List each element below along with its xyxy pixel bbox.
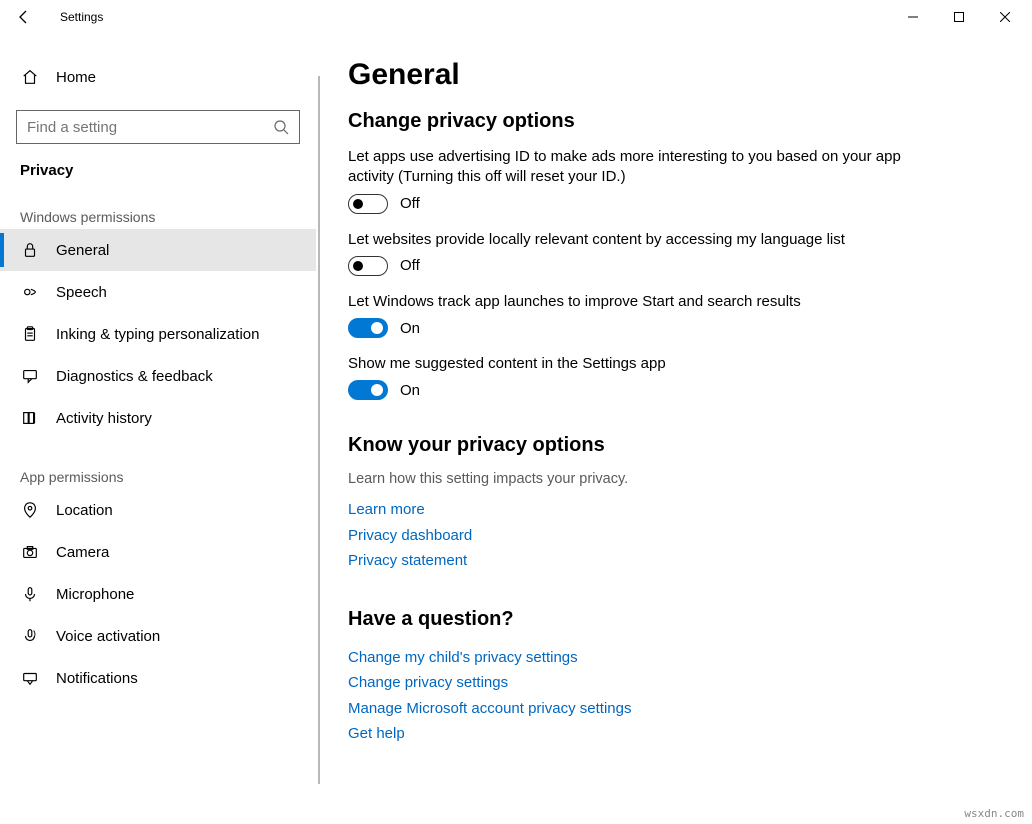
toggle-switch[interactable] <box>348 318 388 338</box>
feedback-icon <box>20 366 40 386</box>
link-privacy-statement[interactable]: Privacy statement <box>348 548 992 574</box>
sidebar-item-inking[interactable]: Inking & typing personalization <box>0 313 316 355</box>
toggle-state: Off <box>400 257 420 274</box>
toggle-language-list[interactable]: Off <box>348 256 992 276</box>
sidebar-item-label: General <box>56 242 109 259</box>
toggle-advertising-id[interactable]: Off <box>348 194 992 214</box>
toggle-desc: Show me suggested content in the Setting… <box>348 354 908 374</box>
watermark: wsxdn.com <box>964 807 1024 820</box>
sidebar-home[interactable]: Home <box>0 56 316 98</box>
close-button[interactable] <box>982 0 1028 34</box>
section-have-question: Have a question? <box>348 608 992 631</box>
sidebar-item-microphone[interactable]: Microphone <box>0 573 316 615</box>
sidebar-item-label: Microphone <box>56 586 134 603</box>
toggle-switch[interactable] <box>348 380 388 400</box>
link-change-privacy[interactable]: Change privacy settings <box>348 670 992 696</box>
toggle-switch[interactable] <box>348 194 388 214</box>
sidebar-item-diagnostics[interactable]: Diagnostics & feedback <box>0 355 316 397</box>
titlebar: Settings <box>0 0 1032 34</box>
sidebar-item-voice-activation[interactable]: Voice activation <box>0 615 316 657</box>
sidebar-item-label: Activity history <box>56 410 152 427</box>
toggle-suggested-content[interactable]: On <box>348 380 992 400</box>
toggle-desc: Let websites provide locally relevant co… <box>348 230 908 250</box>
sidebar-item-speech[interactable]: Speech <box>0 271 316 313</box>
sidebar-category: Privacy <box>0 162 316 179</box>
location-icon <box>20 500 40 520</box>
sidebar-item-camera[interactable]: Camera <box>0 531 316 573</box>
sidebar-home-label: Home <box>56 69 96 86</box>
voice-icon <box>20 626 40 646</box>
toggle-state: On <box>400 320 420 337</box>
toggle-switch[interactable] <box>348 256 388 276</box>
speech-icon <box>20 282 40 302</box>
toggle-state: Off <box>400 195 420 212</box>
sidebar-item-notifications[interactable]: Notifications <box>0 657 316 699</box>
notification-icon <box>20 668 40 688</box>
group-app-permissions: App permissions <box>0 469 316 485</box>
link-child-privacy[interactable]: Change my child's privacy settings <box>348 645 992 671</box>
maximize-button[interactable] <box>936 0 982 34</box>
sidebar-item-general[interactable]: General <box>0 229 316 271</box>
sidebar-item-label: Notifications <box>56 670 138 687</box>
back-button[interactable] <box>10 9 38 25</box>
toggle-state: On <box>400 382 420 399</box>
sidebar-item-label: Speech <box>56 284 107 301</box>
sidebar-item-label: Camera <box>56 544 109 561</box>
sidebar-item-label: Location <box>56 502 113 519</box>
toggle-desc: Let Windows track app launches to improv… <box>348 292 908 312</box>
main-content[interactable]: General Change privacy options Let apps … <box>320 34 1032 824</box>
toggle-track-launches[interactable]: On <box>348 318 992 338</box>
microphone-icon <box>20 584 40 604</box>
search-input[interactable] <box>27 119 273 136</box>
toggle-desc: Let apps use advertising ID to make ads … <box>348 147 908 188</box>
search-box[interactable] <box>16 110 300 144</box>
sidebar-item-label: Diagnostics & feedback <box>56 368 213 385</box>
history-icon <box>20 408 40 428</box>
home-icon <box>20 67 40 87</box>
sidebar-item-label: Voice activation <box>56 628 160 645</box>
sidebar-item-location[interactable]: Location <box>0 489 316 531</box>
page-title: General <box>348 58 992 92</box>
camera-icon <box>20 542 40 562</box>
section-know-privacy: Know your privacy options <box>348 434 992 457</box>
settings-window: Settings Home Privacy Windows permissio <box>0 0 1032 824</box>
sidebar-item-label: Inking & typing personalization <box>56 326 259 343</box>
window-title: Settings <box>60 10 103 24</box>
link-get-help[interactable]: Get help <box>348 721 992 747</box>
link-learn-more[interactable]: Learn more <box>348 497 992 523</box>
window-controls <box>890 0 1028 34</box>
search-icon <box>273 119 289 135</box>
link-manage-account[interactable]: Manage Microsoft account privacy setting… <box>348 696 992 722</box>
clipboard-icon <box>20 324 40 344</box>
sidebar[interactable]: Home Privacy Windows permissions General… <box>0 34 320 824</box>
minimize-button[interactable] <box>890 0 936 34</box>
group-windows-permissions: Windows permissions <box>0 209 316 225</box>
lock-icon <box>20 240 40 260</box>
sidebar-item-activity[interactable]: Activity history <box>0 397 316 439</box>
section-change-privacy: Change privacy options <box>348 110 992 133</box>
know-subtext: Learn how this setting impacts your priv… <box>348 471 992 487</box>
link-privacy-dashboard[interactable]: Privacy dashboard <box>348 523 992 549</box>
